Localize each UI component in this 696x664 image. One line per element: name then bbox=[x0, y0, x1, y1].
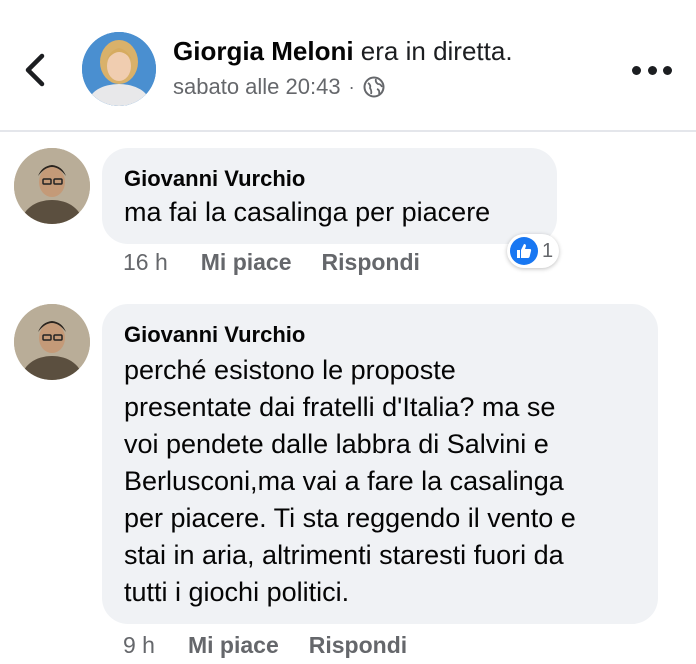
reply-button[interactable]: Rispondi bbox=[322, 249, 420, 276]
comment-text-line: Berlusconi,ma vai a fare la casalinga bbox=[124, 466, 564, 496]
comment-actions: 16 h Mi piace Rispondi bbox=[123, 249, 420, 276]
comment-text-line: voi pendete dalle labbra di Salvini e bbox=[124, 429, 549, 459]
like-button[interactable]: Mi piace bbox=[188, 632, 279, 659]
page-avatar[interactable] bbox=[82, 32, 156, 106]
comment-time[interactable]: 16 h bbox=[123, 249, 168, 276]
commenter-avatar[interactable] bbox=[14, 304, 90, 380]
more-dots-icon bbox=[632, 66, 641, 75]
comment-text-line: stai in aria, altrimenti staresti fuori … bbox=[124, 540, 564, 570]
post-title: Giorgia Meloni era in diretta. bbox=[173, 36, 513, 67]
back-button[interactable] bbox=[18, 50, 54, 90]
like-button[interactable]: Mi piace bbox=[201, 249, 292, 276]
comment-text-line: presentate dai fratelli d'Italia? ma se bbox=[124, 392, 556, 422]
more-options-button[interactable] bbox=[632, 66, 672, 78]
post-timestamp[interactable]: sabato alle 20:43 bbox=[173, 74, 341, 100]
comment-time[interactable]: 9 h bbox=[123, 632, 155, 659]
comment-actions: 9 h Mi piace Rispondi bbox=[123, 632, 407, 659]
chevron-left-icon bbox=[25, 53, 45, 87]
globe-icon bbox=[363, 76, 385, 98]
post-action-text: era in diretta. bbox=[353, 36, 513, 66]
like-icon bbox=[510, 237, 538, 265]
reaction-summary[interactable]: 1 bbox=[507, 234, 560, 268]
comment-text-line: tutti i giochi politici. bbox=[124, 577, 350, 607]
comment-text-line: perché esistono le proposte bbox=[124, 355, 456, 385]
post-header: Giorgia Meloni era in diretta. sabato al… bbox=[0, 0, 696, 132]
page-name[interactable]: Giorgia Meloni bbox=[173, 36, 354, 66]
comment-author[interactable]: Giovanni Vurchio bbox=[124, 322, 305, 348]
comment-text: ma fai la casalinga per piacere bbox=[124, 197, 491, 227]
comment-bubble[interactable]: Giovanni Vurchio ma fai la casalinga per… bbox=[102, 148, 557, 244]
comment-text: perché esistono le proposte presentate d… bbox=[124, 352, 576, 611]
reaction-count: 1 bbox=[542, 239, 554, 262]
meta-separator: · bbox=[348, 76, 355, 97]
reply-button[interactable]: Rispondi bbox=[309, 632, 407, 659]
comment-text-line: per piacere. Ti sta reggendo il vento e bbox=[124, 503, 576, 533]
comment-author[interactable]: Giovanni Vurchio bbox=[124, 166, 305, 192]
commenter-avatar[interactable] bbox=[14, 148, 90, 224]
comment-bubble[interactable]: Giovanni Vurchio perché esistono le prop… bbox=[102, 304, 658, 624]
post-meta: sabato alle 20:43 · bbox=[173, 74, 385, 100]
